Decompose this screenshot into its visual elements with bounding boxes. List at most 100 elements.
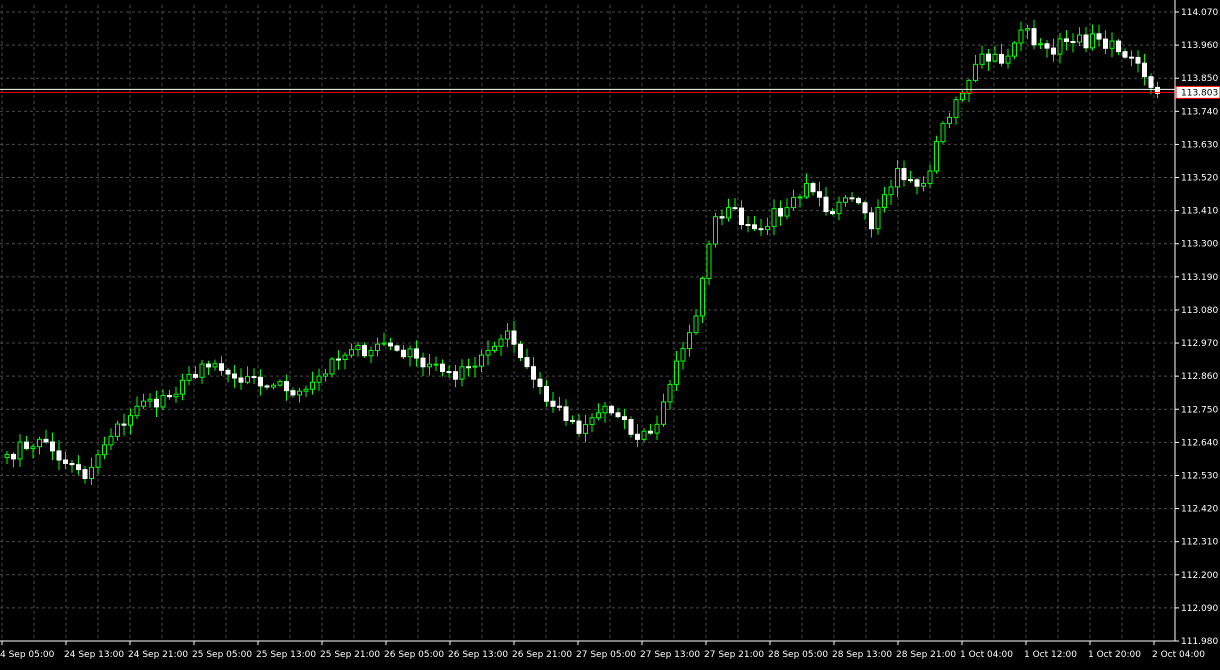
candle-bear — [258, 369, 263, 396]
candle-bull — [4, 451, 10, 465]
candle-body — [1038, 43, 1043, 46]
candle-bull — [765, 217, 770, 236]
candle-body — [1064, 38, 1069, 43]
candle-body — [284, 381, 289, 392]
candle-body — [765, 226, 770, 231]
candle-body — [50, 441, 55, 452]
candle-bear — [511, 320, 517, 353]
candle-body — [381, 342, 387, 345]
candle-bear — [778, 200, 783, 226]
candle-bear — [440, 359, 445, 377]
y-tick-label: 111.980 — [1181, 637, 1218, 647]
candle-body — [947, 116, 952, 124]
candle-body — [687, 332, 692, 350]
candle-body — [661, 401, 666, 425]
candle-bull — [342, 352, 348, 370]
candle-body — [355, 344, 361, 351]
candle-body — [310, 381, 315, 390]
candle-bear — [167, 389, 172, 400]
candle-bear — [817, 181, 822, 207]
x-tick-label: 27 Sep 13:00 — [640, 650, 700, 660]
candle-bull — [687, 324, 692, 357]
candle-bear — [635, 424, 640, 448]
candle-body — [407, 348, 413, 358]
grid-layer — [0, 5, 1175, 642]
candle-bear — [823, 187, 829, 216]
candle-body — [706, 243, 712, 279]
candle-body — [739, 207, 744, 226]
candle-bear — [739, 200, 744, 230]
candle-bull — [843, 195, 848, 207]
candle-bull — [661, 393, 666, 427]
candle-body — [1103, 38, 1108, 49]
candle-bear — [1083, 27, 1089, 53]
candle-body — [914, 179, 920, 187]
candle-body — [193, 374, 198, 378]
candle-body — [849, 197, 855, 200]
candle-body — [635, 433, 640, 440]
x-tick-label: 1 Oct 04:00 — [960, 650, 1013, 660]
y-tick-label: 112.530 — [1181, 471, 1218, 481]
candle-bull — [472, 357, 478, 378]
candle-body — [401, 349, 406, 358]
candle-bull — [297, 387, 302, 403]
candle-body — [128, 415, 133, 426]
candle-bear — [50, 432, 55, 461]
candle-body — [843, 197, 848, 203]
candle-bull — [368, 346, 374, 364]
y-tick-label: 112.640 — [1181, 438, 1218, 448]
candle-body — [459, 366, 465, 380]
candlestick-chart[interactable]: 113.803 114.070 113.960 113.850 113.740 113.… — [0, 0, 1220, 666]
candle-bull — [277, 379, 283, 387]
y-tick-label: 112.750 — [1181, 405, 1218, 415]
candle-body — [869, 212, 874, 230]
candle-bear — [336, 350, 341, 370]
candle-bear — [563, 399, 569, 426]
candle-bear — [1148, 73, 1154, 94]
candle-body — [160, 394, 166, 408]
candle-bull — [310, 371, 315, 395]
candle-bull — [17, 434, 23, 467]
candle-bear — [901, 160, 907, 187]
candle-bear — [238, 368, 244, 390]
candle-bear — [1051, 38, 1056, 62]
candle-body — [1109, 40, 1115, 49]
candle-bear — [1135, 50, 1141, 73]
candle-body — [999, 53, 1004, 64]
x-tick-label: 4 Sep 05:00 — [0, 650, 55, 660]
candle-body — [745, 224, 751, 227]
candle-body — [895, 167, 900, 188]
candle-body — [219, 363, 224, 371]
candle-bear — [466, 358, 471, 377]
candle-bull — [1018, 21, 1024, 52]
x-tick-label: 1 Oct 20:00 — [1088, 650, 1141, 660]
y-tick-label: 113.520 — [1181, 174, 1218, 184]
candle-body — [76, 464, 81, 471]
candle-bull — [888, 179, 894, 205]
candle-body — [752, 224, 757, 230]
candle-body — [674, 360, 679, 385]
candle-bear — [745, 215, 751, 233]
candle-bear — [219, 356, 224, 376]
candle-body — [290, 390, 296, 396]
candle-body — [30, 446, 36, 450]
candle-bear — [648, 424, 653, 435]
candle-body — [433, 363, 439, 366]
candle-bear — [1155, 81, 1160, 99]
candle-bull — [836, 196, 842, 221]
candle-bull — [1012, 41, 1017, 60]
candle-body — [17, 441, 23, 460]
candle-body — [336, 358, 341, 361]
candle-body — [323, 373, 328, 377]
chart-canvas[interactable]: 113.803 114.070 113.960 113.850 113.740 113.… — [0, 0, 1220, 666]
candle-bear — [1070, 33, 1076, 53]
candle-body — [258, 376, 263, 387]
candle-bear — [1103, 30, 1108, 55]
candle-body — [498, 338, 504, 347]
candle-body — [24, 441, 29, 450]
candle-bear — [154, 390, 159, 417]
candle-bear — [531, 356, 536, 388]
y-tick-label: 114.070 — [1181, 8, 1218, 18]
candle-body — [349, 349, 354, 356]
candle-body — [862, 202, 868, 214]
